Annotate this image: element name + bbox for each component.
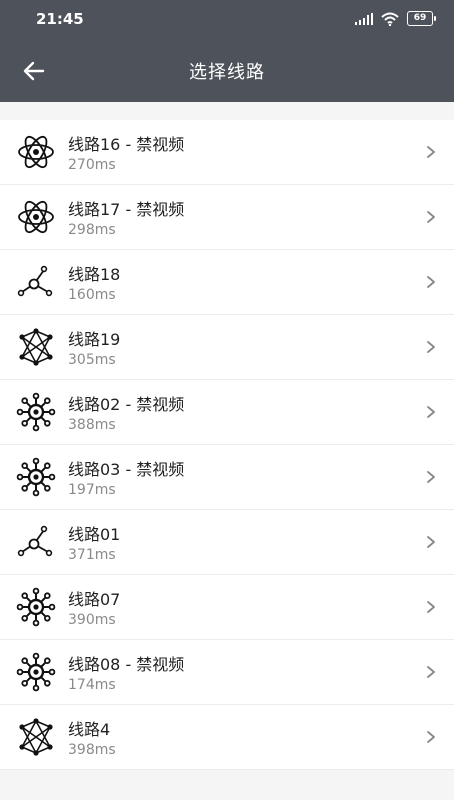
route-name: 线路17 - 禁视频 [68, 200, 185, 219]
battery-icon: 69 [407, 11, 436, 26]
route-name: 线路02 - 禁视频 [68, 395, 185, 414]
page-title: 选择线路 [189, 62, 265, 83]
route-name: 线路03 - 禁视频 [68, 460, 185, 479]
route-row[interactable]: 线路16 - 禁视频 270ms [0, 120, 454, 185]
route-latency: 390ms [68, 612, 116, 628]
route-latency: 270ms [68, 157, 116, 173]
signal-icon [355, 12, 373, 25]
status-bar: 21:45 69 [0, 0, 454, 40]
network-node-icon [16, 262, 56, 302]
route-latency: 388ms [68, 417, 116, 433]
battery-level: 69 [407, 11, 433, 26]
route-latency: 398ms [68, 742, 116, 758]
route-name: 线路07 [68, 590, 121, 609]
chevron-right-icon [426, 662, 436, 682]
route-name: 线路16 - 禁视频 [68, 135, 185, 154]
route-row[interactable]: 线路03 - 禁视频 197ms [0, 445, 454, 510]
chevron-right-icon [426, 727, 436, 747]
route-latency: 298ms [68, 222, 116, 238]
route-latency: 197ms [68, 482, 116, 498]
route-list: 线路16 - 禁视频 270ms 线路17 - 禁视频 298ms 线路18 160m… [0, 120, 454, 770]
status-icons: 69 [355, 11, 436, 26]
hub-icon [16, 392, 56, 432]
route-latency: 174ms [68, 677, 116, 693]
route-name: 线路01 [68, 525, 121, 544]
route-name: 线路4 [68, 720, 111, 739]
route-latency: 160ms [68, 287, 116, 303]
route-row[interactable]: 线路18 160ms [0, 250, 454, 315]
route-latency: 305ms [68, 352, 116, 368]
route-row[interactable]: 线路17 - 禁视频 298ms [0, 185, 454, 250]
route-row[interactable]: 线路01 371ms [0, 510, 454, 575]
network-node-icon [16, 522, 56, 562]
chevron-right-icon [426, 467, 436, 487]
wifi-icon [381, 12, 399, 26]
route-name: 线路19 [68, 330, 121, 349]
route-row[interactable]: 线路19 305ms [0, 315, 454, 380]
route-name: 线路18 [68, 265, 121, 284]
route-row[interactable]: 线路02 - 禁视频 388ms [0, 380, 454, 445]
atom-icon [16, 197, 56, 237]
chevron-right-icon [426, 207, 436, 227]
mesh-network-icon [16, 717, 56, 757]
chevron-right-icon [426, 272, 436, 292]
hub-icon [16, 652, 56, 692]
route-row[interactable]: 线路08 - 禁视频 174ms [0, 640, 454, 705]
chevron-right-icon [426, 337, 436, 357]
chevron-right-icon [426, 402, 436, 422]
route-latency: 371ms [68, 547, 116, 563]
chevron-right-icon [426, 597, 436, 617]
route-row[interactable]: 线路07 390ms [0, 575, 454, 640]
hub-icon [16, 457, 56, 497]
chevron-right-icon [426, 532, 436, 552]
status-time: 21:45 [36, 10, 84, 28]
app-bar: 选择线路 [0, 40, 454, 102]
hub-icon [16, 587, 56, 627]
route-name: 线路08 - 禁视频 [68, 655, 185, 674]
chevron-right-icon [426, 142, 436, 162]
atom-icon [16, 132, 56, 172]
mesh-network-icon [16, 327, 56, 367]
route-row[interactable]: 线路4 398ms [0, 705, 454, 770]
